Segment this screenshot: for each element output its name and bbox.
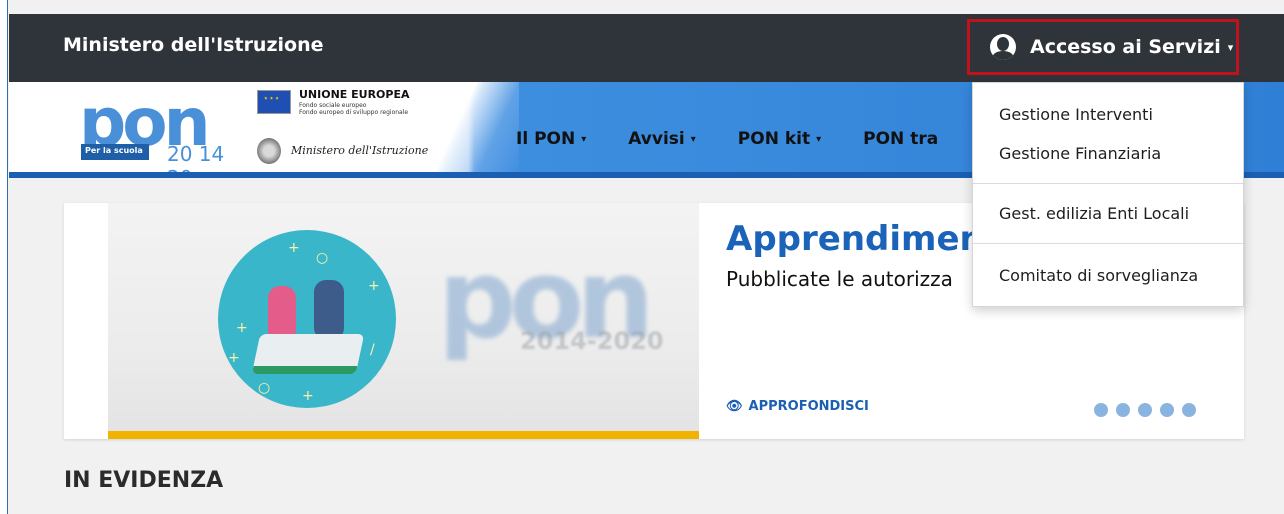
eye-icon: 👁	[726, 399, 743, 414]
approfondisci-link[interactable]: 👁 APPROFONDISCI	[726, 399, 869, 414]
menu-item-comitato-sorveglianza[interactable]: Comitato di sorveglianza	[999, 266, 1198, 285]
pon-logo[interactable]: pon Per la scuola 20 14 20	[79, 84, 244, 172]
carousel-dot[interactable]	[1138, 403, 1152, 417]
nav-item-avvisi[interactable]: Avvisi ▾	[628, 129, 696, 149]
ministero-logo: Ministero dell'Istruzione	[291, 144, 429, 157]
eu-flag-icon	[257, 90, 291, 114]
eu-logo-subtitle: Fondo sociale europeo Fondo europeo di s…	[299, 102, 409, 116]
slide-title[interactable]: Apprendiment	[726, 219, 1000, 259]
site-title[interactable]: Ministero dell'Istruzione	[63, 34, 324, 56]
italian-emblem-icon	[257, 138, 281, 164]
carousel-dot[interactable]	[1182, 403, 1196, 417]
menu-item-gestione-finanziaria[interactable]: Gestione Finanziaria	[999, 144, 1161, 163]
carousel-dot[interactable]	[1094, 403, 1108, 417]
pon-logo-years: 20 14 20	[167, 142, 225, 178]
carousel-indicators	[1094, 403, 1196, 417]
menu-divider	[973, 183, 1243, 184]
chevron-down-icon: ▾	[581, 134, 587, 145]
access-services-button[interactable]: Accesso ai Servizi ▾	[967, 19, 1239, 75]
menu-item-gestione-interventi[interactable]: Gestione Interventi	[999, 105, 1153, 124]
access-services-dropdown: Gestione Interventi Gestione Finanziaria…	[972, 82, 1244, 307]
slide-image[interactable]: pon 2014-2020 + ○ + + + ○ + /	[108, 203, 699, 439]
nav-item-il-pon[interactable]: Il PON ▾	[516, 129, 586, 149]
slide-bg-years: 2014-2020	[520, 327, 664, 355]
menu-divider	[973, 243, 1243, 244]
carousel-dot[interactable]	[1116, 403, 1130, 417]
pon-logo-tag: Per la scuola	[81, 144, 149, 160]
user-icon	[990, 34, 1016, 60]
main-nav: Il PON ▾ Avvisi ▾ PON kit ▾ PON tra	[516, 129, 980, 149]
access-services-label: Accesso ai Servizi	[1030, 36, 1221, 58]
nav-item-pon-kit[interactable]: PON kit ▾	[738, 129, 821, 149]
chevron-down-icon: ▾	[690, 134, 696, 145]
section-title-in-evidenza: IN EVIDENZA	[64, 468, 224, 493]
nav-item-pon-tra[interactable]: PON tra	[863, 129, 938, 149]
slide-accent-bar	[108, 431, 699, 439]
chevron-down-icon: ▾	[1227, 40, 1234, 54]
carousel-dot[interactable]	[1160, 403, 1174, 417]
chevron-down-icon: ▾	[816, 134, 822, 145]
illustration-students-icon: + ○ + + + ○ + /	[218, 230, 396, 408]
eu-logo-title: UNIONE EUROPEA	[299, 88, 410, 101]
page-frame	[0, 0, 8, 514]
menu-item-gest-edilizia[interactable]: Gest. edilizia Enti Locali	[999, 204, 1189, 223]
top-bar: Ministero dell'Istruzione Accesso ai Ser…	[9, 14, 1284, 82]
slide-subtitle: Pubblicate le autorizza	[726, 267, 953, 291]
